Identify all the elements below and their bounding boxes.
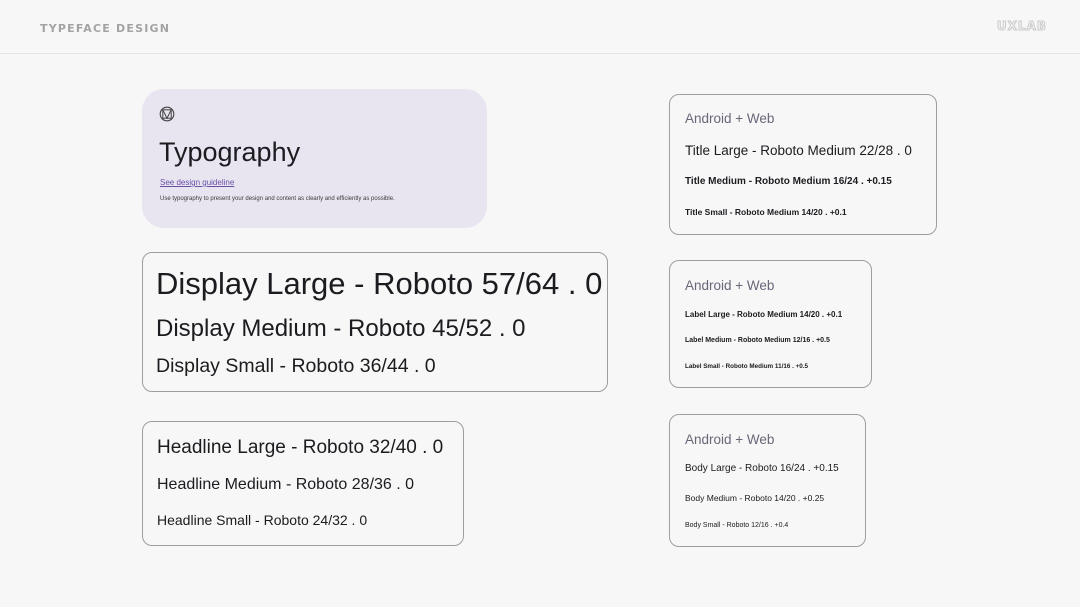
label-large-sample: Label Large - Roboto Medium 14/20 . +0.1 (685, 310, 843, 319)
page-title: TYPEFACE DESIGN (40, 22, 171, 35)
headline-card: Headline Large - Roboto 32/40 . 0 Headli… (142, 421, 464, 546)
hero-title: Typography (159, 137, 301, 167)
title-medium-sample: Title Medium - Roboto Medium 16/24 . +0.… (685, 176, 892, 187)
body-card-heading: Android + Web (685, 432, 775, 447)
typography-hero-card: Typography See design guideline Use typo… (142, 89, 487, 228)
top-bar: TYPEFACE DESIGN UXLAB (0, 0, 1080, 54)
display-small-sample: Display Small - Roboto 36/44 . 0 (156, 355, 436, 377)
body-medium-sample: Body Medium - Roboto 14/20 . +0.25 (685, 493, 825, 503)
headline-small-sample: Headline Small - Roboto 24/32 . 0 (157, 512, 368, 528)
material-logo-icon (159, 106, 175, 122)
title-card-heading: Android + Web (685, 111, 775, 126)
hero-description: Use typography to present your design an… (160, 196, 395, 202)
display-large-sample: Display Large - Roboto 57/64 . 0 (156, 266, 603, 301)
label-card-heading: Android + Web (685, 278, 775, 293)
body-small-sample: Body Small - Roboto 12/16 . +0.4 (685, 522, 789, 529)
title-large-sample: Title Large - Roboto Medium 22/28 . 0 (685, 143, 912, 158)
design-guideline-link[interactable]: See design guideline (160, 178, 234, 187)
display-medium-sample: Display Medium - Roboto 45/52 . 0 (156, 315, 526, 342)
label-card: Android + Web Label Large - Roboto Mediu… (669, 260, 872, 388)
brand-logo: UXLAB (996, 19, 1047, 34)
display-card: Display Large - Roboto 57/64 . 0 Display… (142, 252, 608, 392)
title-card: Android + Web Title Large - Roboto Mediu… (669, 94, 937, 235)
headline-large-sample: Headline Large - Roboto 32/40 . 0 (157, 437, 444, 458)
headline-medium-sample: Headline Medium - Roboto 28/36 . 0 (157, 476, 415, 493)
title-small-sample: Title Small - Roboto Medium 14/20 . +0.1 (685, 207, 847, 217)
body-card: Android + Web Body Large - Roboto 16/24 … (669, 414, 866, 547)
body-large-sample: Body Large - Roboto 16/24 . +0.15 (685, 463, 839, 474)
label-medium-sample: Label Medium - Roboto Medium 12/16 . +0.… (685, 337, 830, 344)
label-small-sample: Label Small - Roboto Medium 11/16 . +0.5 (685, 363, 808, 370)
